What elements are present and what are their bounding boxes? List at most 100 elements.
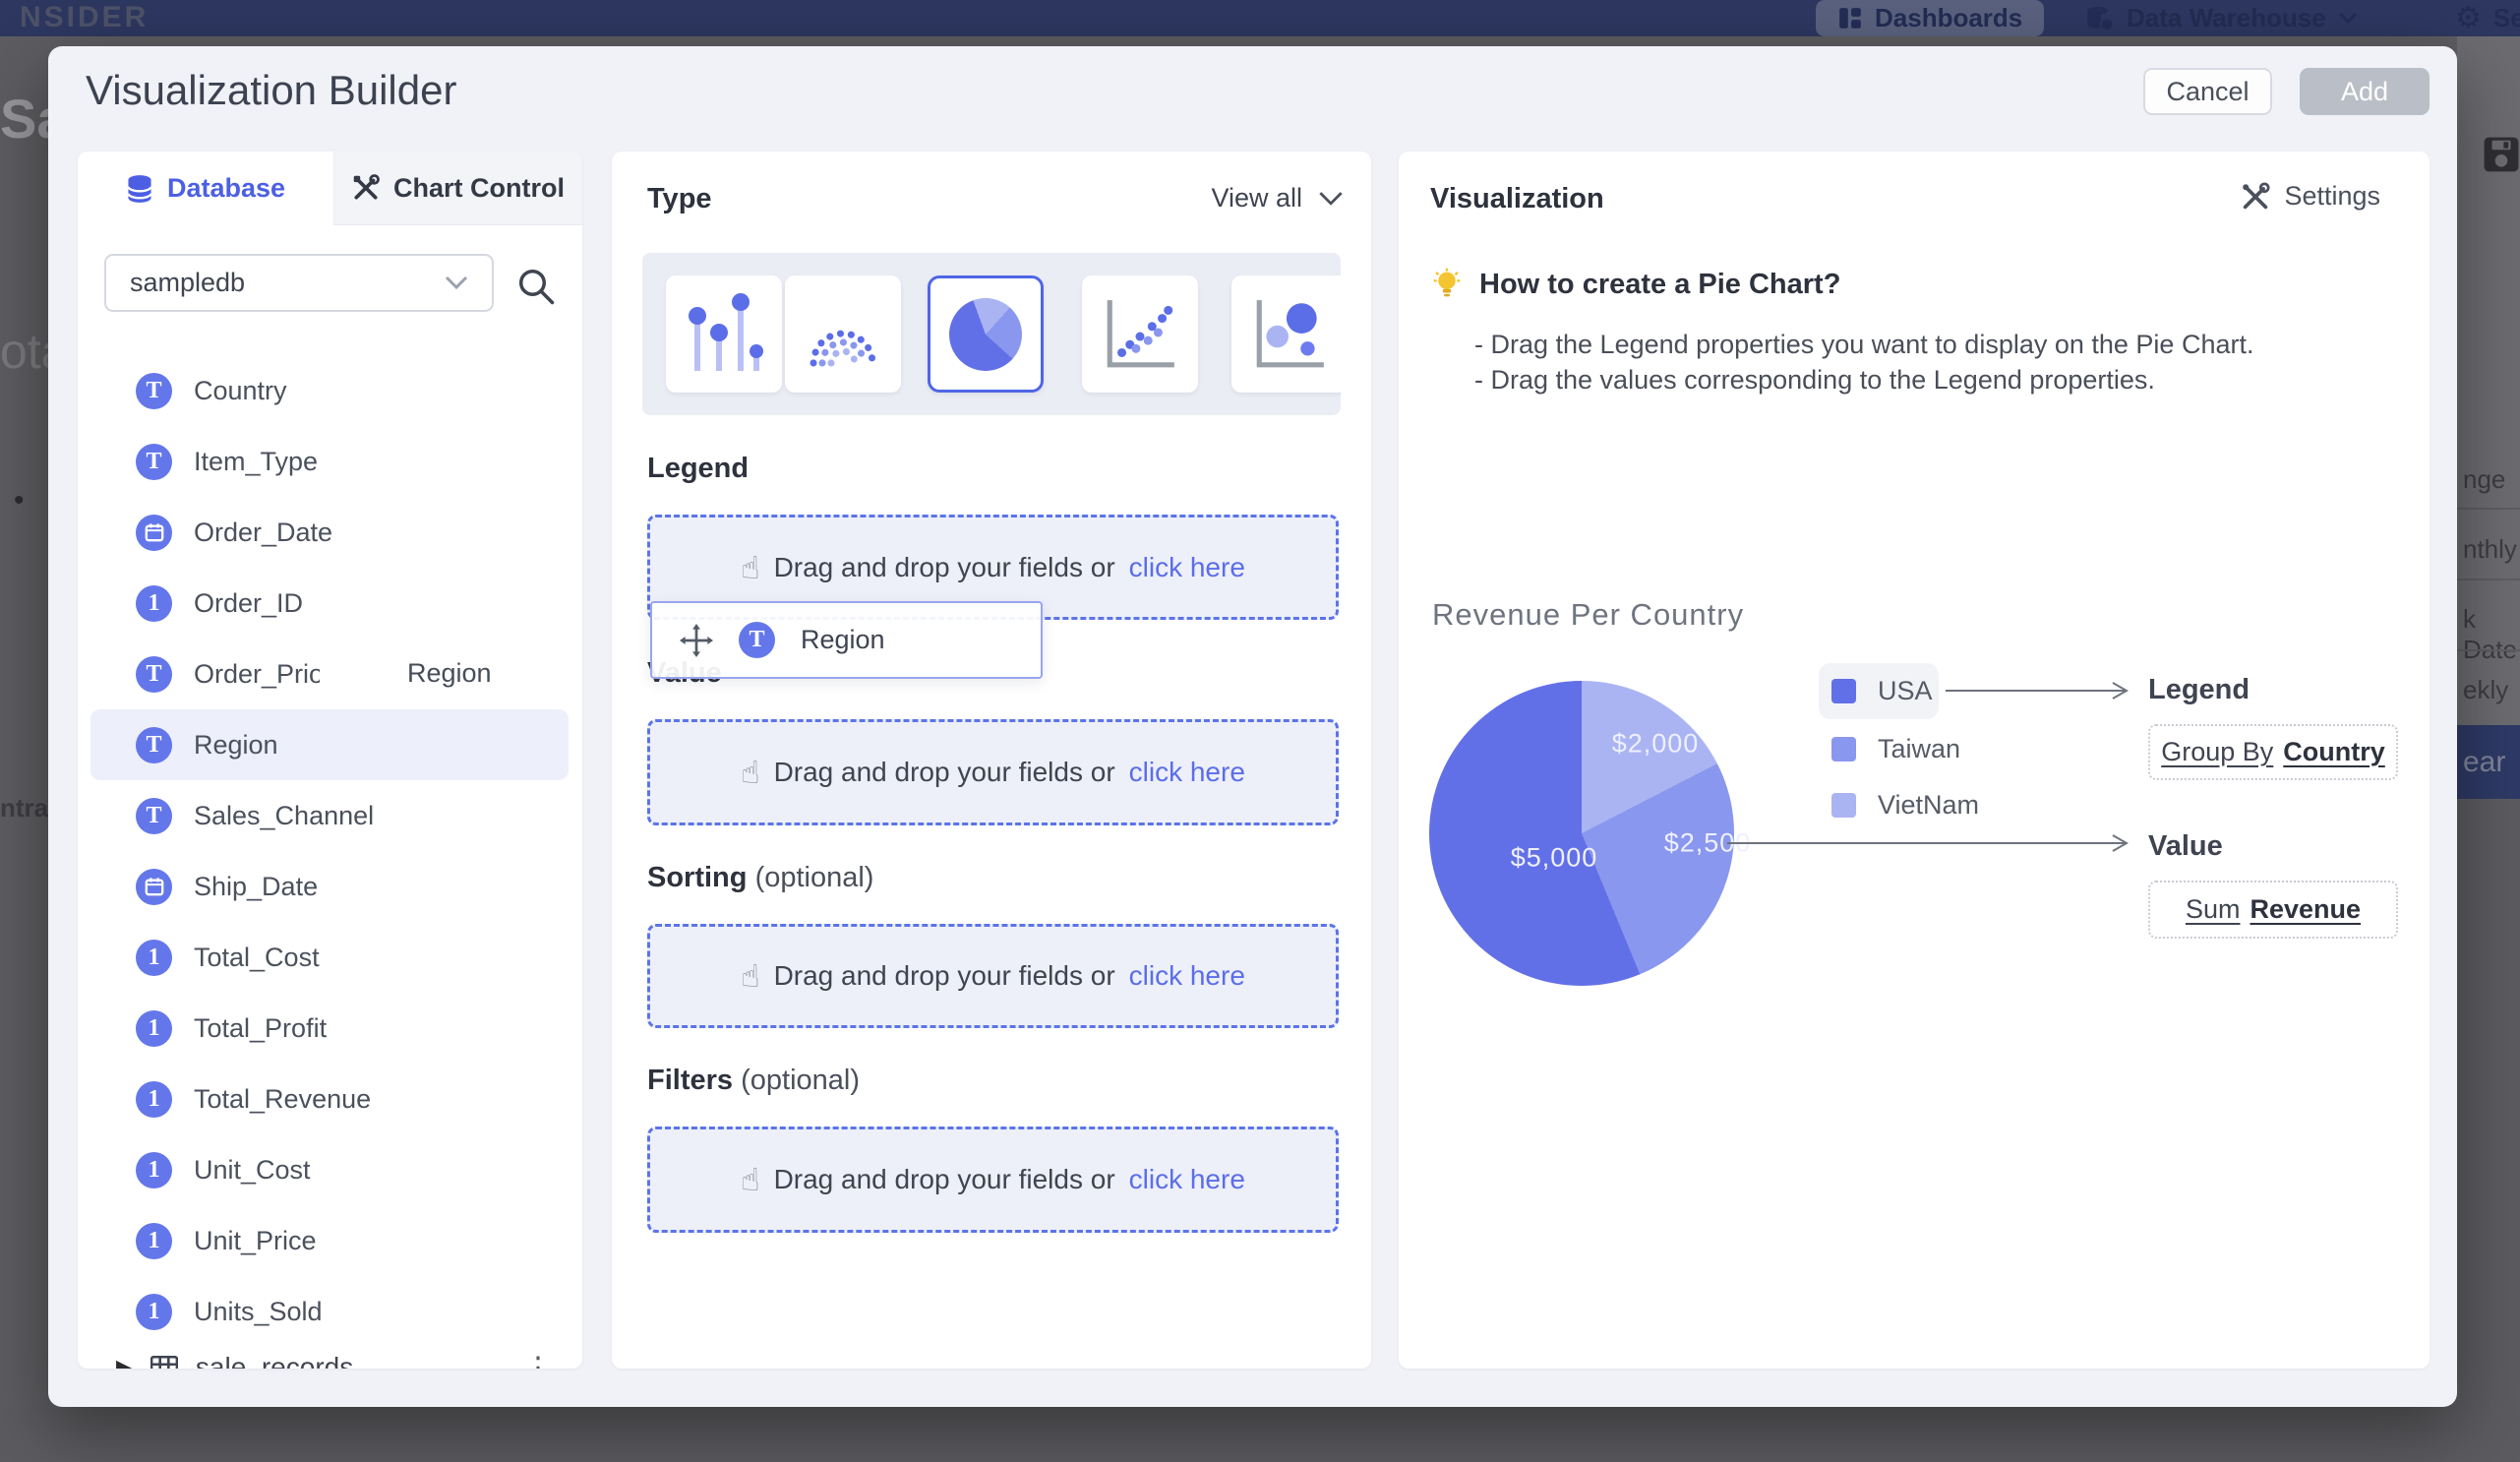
field-row[interactable]: 1 Unit_Cost: [90, 1134, 569, 1205]
dragged-field-card[interactable]: T Region: [650, 601, 1043, 679]
chevron-down-icon: [2338, 12, 2358, 25]
field-row[interactable]: 1 Total_Profit: [90, 993, 569, 1064]
backdrop-menu-item: nthly: [2463, 534, 2517, 565]
annotation-value-heading: Value: [2148, 830, 2223, 863]
text-field-icon: T: [136, 798, 172, 834]
field-row[interactable]: 1 Total_Cost: [90, 922, 569, 993]
text-field-icon: T: [136, 373, 172, 409]
visualization-panel: Visualization Settings: [1399, 152, 2430, 1369]
drag-hand-icon: ☝: [741, 1161, 759, 1198]
backdrop-bottom: [0, 1407, 2520, 1462]
chart-type-bubble[interactable]: [1231, 275, 1341, 393]
table-row-sale-records[interactable]: ▶ sale_records ⋮: [90, 1332, 569, 1369]
text-field-icon: T: [136, 656, 172, 693]
text-field-icon: T: [136, 444, 172, 480]
backdrop-menu-item: k Date: [2463, 604, 2520, 665]
backdrop-bullet: •: [14, 484, 25, 518]
drag-hand-icon: ☝: [741, 957, 759, 995]
database-user-icon: [2085, 5, 2115, 32]
filters-section-title: Filters (optional): [647, 1065, 860, 1097]
nav-settings[interactable]: ⚙ Settings: [2455, 0, 2520, 36]
screen: NSIDER Dashboards Data Warehouse ⚙ Setti…: [0, 0, 2520, 1462]
number-field-icon: 1: [136, 585, 172, 622]
chevron-down-icon: [445, 275, 468, 290]
field-row[interactable]: T Sales_Channel: [90, 780, 569, 851]
legend-click-here-link[interactable]: click here: [1129, 552, 1245, 583]
date-field-icon: [136, 515, 172, 551]
pie-chart-icon: [949, 298, 1022, 371]
backdrop-menu-item-selected: ear: [2457, 725, 2520, 799]
filters-click-here-link[interactable]: click here: [1129, 1164, 1245, 1195]
number-field-icon: 1: [136, 940, 172, 976]
drag-ghost-label: Region: [407, 658, 492, 689]
menu-separator: [2457, 508, 2520, 510]
add-button[interactable]: Add: [2300, 68, 2430, 115]
field-row[interactable]: 1 Order_ID: [90, 568, 569, 639]
field-row-region-selected[interactable]: T Region: [90, 709, 569, 780]
text-field-icon: T: [136, 727, 172, 763]
sum-revenue-box[interactable]: Sum Revenue: [2148, 881, 2398, 939]
caret-right-icon[interactable]: ▶: [116, 1355, 133, 1369]
nav-dashboards[interactable]: Dashboards: [1816, 0, 2044, 36]
field-row[interactable]: Ship_Date: [90, 851, 569, 922]
sorting-section-title: Sorting (optional): [647, 862, 873, 894]
number-field-icon: 1: [136, 1010, 172, 1047]
field-row[interactable]: T Order_Priority Region: [90, 639, 569, 709]
nav-data-warehouse[interactable]: Data Warehouse: [2085, 0, 2358, 36]
tab-database[interactable]: Database: [78, 152, 333, 225]
kebab-menu-icon[interactable]: ⋮: [523, 1351, 553, 1370]
database-select[interactable]: sampledb: [104, 254, 494, 312]
table-icon: [150, 1356, 178, 1369]
cancel-button[interactable]: Cancel: [2143, 68, 2272, 115]
number-field-icon: 1: [136, 1152, 172, 1188]
field-row[interactable]: T Country: [90, 355, 569, 426]
backdrop-right-panel-lower: [2457, 799, 2520, 1462]
drag-hand-icon: ☝: [741, 549, 759, 586]
backdrop-menu-item: nge: [2463, 464, 2505, 495]
top-navbar: NSIDER Dashboards Data Warehouse ⚙ Setti…: [0, 0, 2520, 36]
chart-type-lollipop[interactable]: [666, 275, 782, 393]
type-section-title: Type: [647, 183, 712, 215]
field-row[interactable]: 1 Total_Revenue: [90, 1064, 569, 1134]
sorting-dropzone[interactable]: ☝ Drag and drop your fields or click her…: [647, 924, 1339, 1028]
lollipop-chart-icon: [684, 292, 764, 377]
gear-icon: ⚙: [2455, 1, 2482, 35]
filters-dropzone[interactable]: ☝ Drag and drop your fields or click her…: [647, 1127, 1339, 1233]
search-icon[interactable]: [516, 267, 556, 306]
move-icon: [680, 624, 713, 657]
drag-hand-icon: ☝: [741, 754, 759, 791]
dot-arc-chart-icon: [801, 300, 885, 369]
view-all-button[interactable]: View all: [1211, 183, 1344, 213]
field-row[interactable]: 1 Unit_Price: [90, 1205, 569, 1276]
bubble-chart-icon: [1249, 294, 1330, 375]
field-row[interactable]: Order_Date: [90, 497, 569, 568]
modal-title: Visualization Builder: [86, 67, 456, 114]
number-field-icon: 1: [136, 1081, 172, 1118]
number-field-icon: 1: [136, 1223, 172, 1259]
sorting-click-here-link[interactable]: click here: [1129, 960, 1245, 992]
visualization-builder-modal: Visualization Builder Cancel Add Databas…: [48, 46, 2457, 1407]
builder-panel: Type View all: [612, 152, 1371, 1369]
tab-chart-control[interactable]: Chart Control: [333, 152, 582, 225]
chart-type-arc[interactable]: [785, 275, 901, 393]
database-panel: Database Chart Control sampledb: [78, 152, 582, 1369]
value-click-here-link[interactable]: click here: [1129, 757, 1245, 788]
backdrop-text-central: ntral: [0, 793, 55, 823]
chart-type-strip: [642, 253, 1341, 415]
field-row[interactable]: T Item_Type: [90, 426, 569, 497]
date-field-icon: [136, 869, 172, 905]
group-by-country-box[interactable]: Group By Country: [2148, 724, 2398, 780]
chart-type-scatter[interactable]: [1082, 275, 1198, 393]
menu-separator: [2457, 579, 2520, 580]
scatter-chart-icon: [1100, 294, 1180, 375]
menu-separator: [2457, 649, 2520, 651]
value-dropzone[interactable]: ☝ Drag and drop your fields or click her…: [647, 719, 1339, 825]
legend-section-title: Legend: [647, 453, 749, 485]
chart-type-pie-selected[interactable]: [928, 275, 1044, 393]
annotation-legend-heading: Legend: [2148, 674, 2250, 706]
backdrop-menu-item: ekly: [2463, 675, 2508, 705]
database-icon: [126, 174, 153, 204]
chevron-down-icon: [1318, 191, 1344, 207]
number-field-icon: 1: [136, 1294, 172, 1330]
text-field-icon: T: [739, 622, 775, 658]
